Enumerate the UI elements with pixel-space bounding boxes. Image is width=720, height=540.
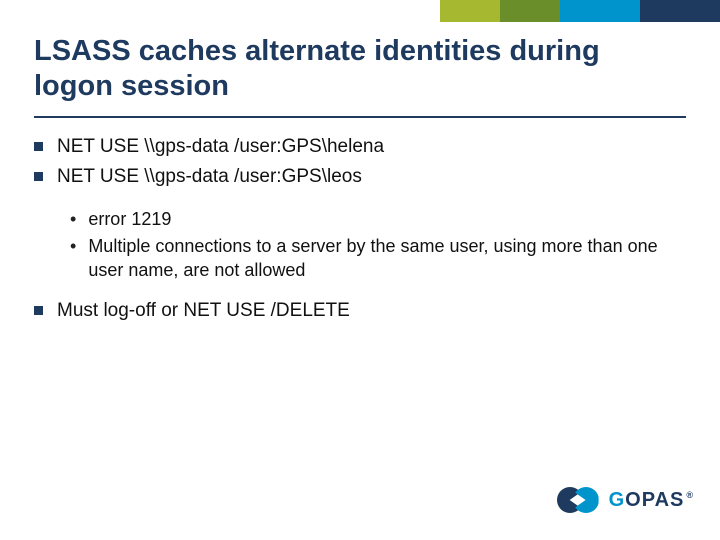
square-bullet-icon [34,172,43,181]
bullet-text: Must log-off or NET USE /DELETE [57,298,350,324]
logo-letter-g: G [609,489,626,511]
gopas-logo: GOPAS® [557,482,692,518]
square-bullet-icon [34,306,43,315]
bullet-level2: • error 1219 [70,207,686,231]
logo-mark-icon [557,482,603,518]
bullet-text: Multiple connections to a server by the … [88,234,686,283]
accent-block-navy [640,0,720,22]
title-underline [34,116,686,118]
logo-text: GOPAS® [609,489,692,512]
logo-shape-right [573,487,599,513]
slide: LSASS caches alternate identities during… [0,0,720,540]
slide-title: LSASS caches alternate identities during… [34,34,686,104]
registered-icon: ® [686,490,694,500]
accent-block-lime [440,0,500,22]
bullet-text: NET USE \\gps-data /user:GPS\leos [57,164,362,190]
bullet-level1: NET USE \\gps-data /user:GPS\helena [34,134,686,160]
bullet-level2: • Multiple connections to a server by th… [70,234,686,283]
top-accent-bar [440,0,720,22]
bullet-level1: Must log-off or NET USE /DELETE [34,298,686,324]
body-content: NET USE \\gps-data /user:GPS\helena NET … [34,134,686,328]
square-bullet-icon [34,142,43,151]
accent-block-green [500,0,560,22]
bullet-level1: NET USE \\gps-data /user:GPS\leos [34,164,686,190]
dot-bullet-icon: • [70,207,76,231]
logo-letters-opas: OPAS [625,489,684,511]
bullet-text: NET USE \\gps-data /user:GPS\helena [57,134,384,160]
dot-bullet-icon: • [70,234,76,283]
accent-block-cyan [560,0,640,22]
bullet-text: error 1219 [88,207,171,231]
